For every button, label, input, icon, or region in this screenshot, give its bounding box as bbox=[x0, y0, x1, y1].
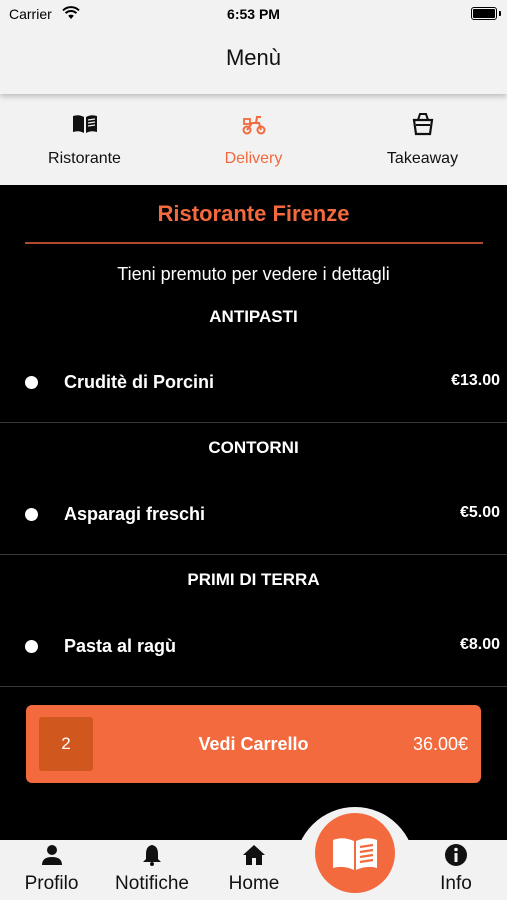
item-name: Asparagi freschi bbox=[64, 504, 206, 524]
section-title: ANTIPASTI bbox=[209, 307, 298, 326]
item-name: Cruditè di Porcini bbox=[64, 372, 215, 392]
nav-label: Info bbox=[440, 873, 472, 894]
view-cart-button[interactable]: 2 Vedi Carrello 36.00€ bbox=[26, 705, 481, 783]
tab-takeaway[interactable]: Takeaway bbox=[338, 94, 507, 185]
menu-book-icon bbox=[333, 838, 377, 870]
item-price: €13.00 bbox=[451, 372, 500, 389]
bullet-icon bbox=[25, 640, 38, 653]
scooter-icon bbox=[242, 116, 265, 135]
top-bar: Carrier 6:53 PM Menù bbox=[0, 0, 507, 94]
section-title: PRIMI DI TERRA bbox=[187, 570, 320, 589]
nav-home[interactable]: Home bbox=[205, 840, 303, 900]
section-title: CONTORNI bbox=[208, 438, 299, 457]
tab-delivery[interactable]: Delivery bbox=[169, 94, 338, 185]
nav-info[interactable]: Info bbox=[410, 840, 502, 900]
tab-bar: Ristorante Delivery Takeaway bbox=[0, 94, 507, 185]
person-icon bbox=[41, 845, 62, 865]
bag-icon bbox=[412, 113, 433, 136]
tab-label: Delivery bbox=[224, 150, 283, 167]
book-open-icon bbox=[72, 115, 97, 133]
nav-profilo[interactable]: Profilo bbox=[0, 840, 103, 900]
center-menu-button[interactable] bbox=[315, 813, 395, 893]
menu-item[interactable]: Cruditè di Porcini €13.00 bbox=[0, 352, 507, 412]
bullet-icon bbox=[25, 508, 38, 521]
bell-icon bbox=[143, 845, 161, 866]
bullet-icon bbox=[25, 376, 38, 389]
divider bbox=[0, 554, 507, 555]
item-name: Pasta al ragù bbox=[64, 636, 177, 656]
battery-icon bbox=[471, 7, 501, 20]
clock: 6:53 PM bbox=[227, 6, 280, 22]
hint-text: Tieni premuto per vedere i dettagli bbox=[117, 264, 390, 284]
restaurant-name: Ristorante Firenze bbox=[157, 201, 350, 226]
title-divider bbox=[25, 242, 483, 244]
tab-label: Ristorante bbox=[48, 150, 121, 167]
nav-label: Notifiche bbox=[115, 873, 189, 894]
menu-item[interactable]: Asparagi freschi €5.00 bbox=[0, 484, 507, 544]
info-icon bbox=[445, 844, 467, 866]
tab-label: Takeaway bbox=[386, 150, 459, 167]
tab-ristorante[interactable]: Ristorante bbox=[0, 94, 169, 185]
item-price: €8.00 bbox=[459, 636, 500, 653]
nav-label: Home bbox=[228, 873, 280, 894]
item-price: €5.00 bbox=[459, 504, 500, 521]
divider bbox=[0, 422, 507, 423]
page-title: Menù bbox=[225, 45, 282, 70]
home-icon bbox=[243, 845, 265, 865]
nav-label: Profilo bbox=[24, 873, 79, 894]
bottom-nav: Profilo Notifiche Home Info bbox=[0, 840, 507, 900]
status-bar: Carrier 6:53 PM bbox=[0, 0, 507, 30]
divider bbox=[0, 686, 507, 687]
menu-item[interactable]: Pasta al ragù €8.00 bbox=[0, 616, 507, 676]
nav-notifiche[interactable]: Notifiche bbox=[103, 840, 201, 900]
cart-total: 36.00€ bbox=[412, 734, 468, 754]
